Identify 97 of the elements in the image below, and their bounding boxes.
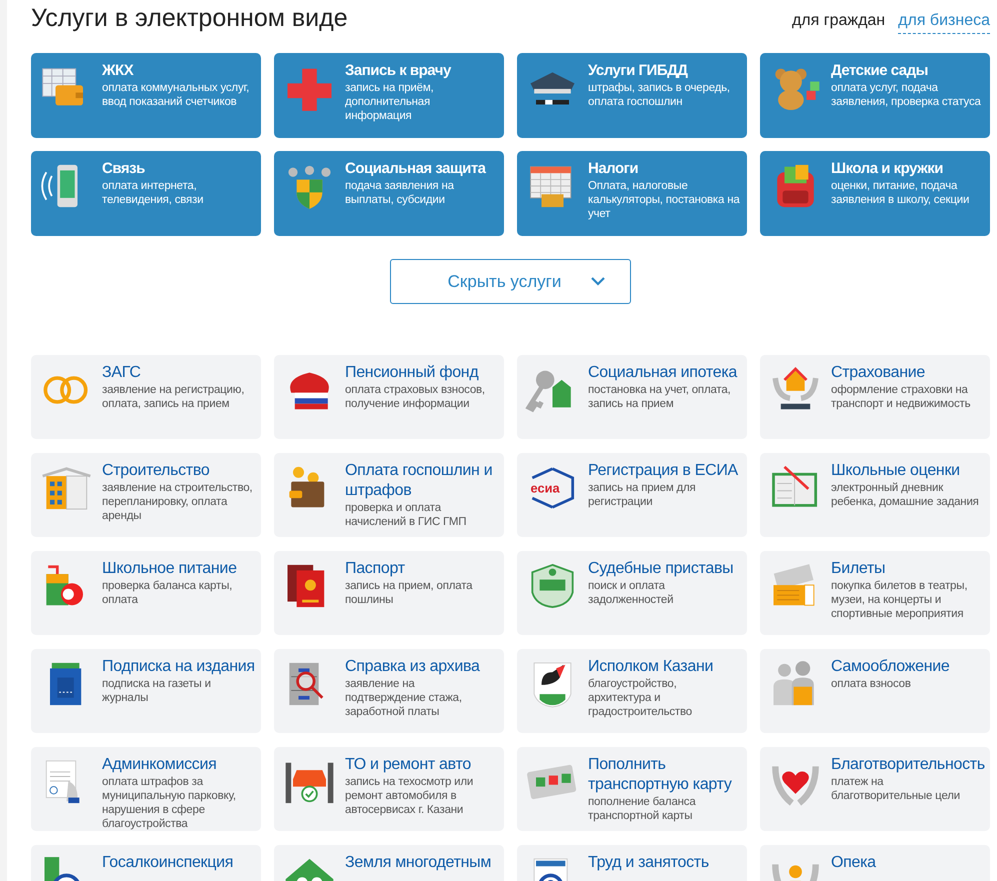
featured-service-tile[interactable]: Детские сады оплата услуг, подача заявления, проверка статуса [760, 53, 990, 138]
service-tile[interactable]: Госалкоинспекция [31, 845, 261, 881]
featured-service-tile[interactable]: Услуги ГИБДД штрафы, запись в очередь, оплата госпошлин [517, 53, 747, 138]
hide-services-button[interactable]: Скрыть услуги [390, 259, 631, 304]
service-tile[interactable]: Подписка на издания подписка на газеты и журналы [31, 649, 261, 733]
service-tile[interactable]: ТО и ремонт авто запись на техосмотр или ремонт автомобиля в автосервисах г. Казани [274, 747, 504, 831]
service-title: Страхование [831, 363, 926, 383]
featured-service-tile[interactable]: Налоги Оплата, налоговые калькуляторы, постановка на учет [517, 151, 747, 236]
service-title: Благотворительность [831, 755, 984, 775]
esia-logo: есиа [525, 463, 580, 513]
service-tile[interactable]: Билеты покупка билетов в театры, музеи, на концерты и спортивные мероприятия [760, 551, 990, 635]
service-tile[interactable]: Справка из архива заявление на подтверждение стажа, заработной платы [274, 649, 504, 733]
service-description: постановка на учет, оплата, запись на прием [588, 383, 732, 411]
service-description: оплата интернета, телевидения, связи [102, 179, 204, 207]
service-title: Исполком Казани [588, 657, 714, 677]
service-description: оплата страховых взносов, получение информации [345, 383, 486, 411]
featured-service-tile[interactable]: Социальная защита подача заявления на выплаты, субсидии [274, 151, 504, 236]
service-title: Подписка на издания [102, 657, 255, 677]
service-tile[interactable]: Школьное питание проверка баланса карты, оплата [31, 551, 261, 635]
service-title: Опека [831, 853, 876, 873]
service-description: платеж на благотворительные цели [831, 775, 961, 803]
service-tile[interactable]: ЗАГС заявление на регистрацию, оплата, запись на прием [31, 355, 261, 439]
service-description: запись на приём, дополнительная информация [345, 81, 435, 123]
service-title: ТО и ремонт авто [345, 755, 472, 775]
service-tile[interactable]: Оплата госпошлин и штрафов проверка и оплата начислений в ГИС ГМП [274, 453, 504, 537]
service-title: Налоги [588, 159, 640, 179]
service-description: заявление на регистрацию, оплата, запись на прием [102, 383, 246, 411]
service-title: Социальная ипотека [588, 363, 738, 383]
audience-tab[interactable]: для граждан [792, 9, 886, 34]
service-title: Детские сады [831, 61, 929, 81]
service-title: Билеты [831, 559, 886, 579]
service-title: Связь [102, 159, 146, 179]
service-title: Пополнить транспортную карту [588, 755, 733, 795]
service-title: ЖКХ [102, 61, 134, 81]
service-tile[interactable]: Самообложение оплата взносов [760, 649, 990, 733]
featured-service-tile[interactable]: Школа и кружки оценки, питание, подача заявления в школу, секции [760, 151, 990, 236]
service-tile[interactable]: Земля многодетным [274, 845, 504, 881]
service-description: запись на техосмотр или ремонт автомобиля в автосервисах г. Казани [345, 775, 474, 817]
service-tile[interactable]: Судебные приставы поиск и оплата задолженностей [517, 551, 747, 635]
service-tile[interactable]: Паспорт запись на прием, оплата пошлины [274, 551, 504, 635]
service-description: оплата коммунальных услуг, ввод показаний счетчиков [102, 81, 250, 109]
service-description: оплата взносов [831, 677, 912, 691]
service-tile[interactable]: Опека [760, 845, 990, 881]
service-title: Госалкоинспекция [102, 853, 234, 873]
featured-service-tile[interactable]: Запись к врачу запись на приём, дополнительная информация [274, 53, 504, 138]
service-description: подписка на газеты и журналы [102, 677, 212, 705]
service-title: Самообложение [831, 657, 950, 677]
service-tile[interactable]: Школьные оценки электронный дневник ребенка, домашние задания [760, 453, 990, 537]
service-tile[interactable]: Пенсионный фонд оплата страховых взносов, получение информации [274, 355, 504, 439]
service-description: покупка билетов в театры, музеи, на концерты и спортивные мероприятия [831, 579, 968, 621]
service-title: Паспорт [345, 559, 406, 579]
service-tile[interactable]: Страхование оформление страховки на транспорт и недвижимость [760, 355, 990, 439]
service-title: Регистрация в ЕСИА [588, 461, 739, 481]
service-title: Земля многодетным [345, 853, 492, 873]
service-tile[interactable]: Исполком Казани благоустройство, архитектура и градостроительство [517, 649, 747, 733]
service-description: поиск и оплата задолженностей [588, 579, 674, 607]
service-description: оформление страховки на транспорт и недвижимость [831, 383, 972, 411]
service-title: Справка из архива [345, 657, 481, 677]
service-title: Строительство [102, 461, 210, 481]
service-title: Админкомиссия [102, 755, 218, 775]
service-tile[interactable]: Админкомиссия оплата штрафов за муниципальную парковку, нарушения в сфере благоустройства [31, 747, 261, 831]
service-description: благоустройство, архитектура и градостроительство [588, 677, 693, 719]
service-title: ЗАГС [102, 363, 142, 383]
service-tile[interactable]: Благотворительность платеж на благотворительные цели [760, 747, 990, 831]
service-title: Услуги ГИБДД [588, 61, 689, 81]
featured-service-tile[interactable]: ЖКХ оплата коммунальных услуг, ввод показаний счетчиков [31, 53, 261, 138]
service-title: Социальная защита [345, 159, 487, 179]
service-description: штрафы, запись в очередь, оплата госпошлин [588, 81, 731, 109]
service-tile[interactable]: Труд и занятость [517, 845, 747, 881]
service-title: Школа и кружки [831, 159, 944, 179]
service-description: оценки, питание, подача заявления в школу, секции [831, 179, 970, 207]
featured-service-tile[interactable]: Связь оплата интернета, телевидения, связи [31, 151, 261, 236]
service-tile[interactable]: Пополнить транспортную карту пополнение баланса транспортной карты [517, 747, 747, 831]
service-tile[interactable]: есиа Регистрация в ЕСИА запись на прием для регистрации [517, 453, 747, 537]
service-title: Школьные оценки [831, 461, 961, 481]
service-description: запись на прием для регистрации [588, 481, 697, 509]
service-title: Пенсионный фонд [345, 363, 480, 383]
service-description: заявление на строительство, перепланировку, оплата аренды [102, 481, 254, 523]
service-description: заявление на подтверждение стажа, заработной платы [345, 677, 463, 719]
service-description: запись на прием, оплата пошлины [345, 579, 474, 607]
service-description: оплата штрафов за муниципальную парковку, нарушения в сфере благоустройства [102, 775, 237, 831]
service-description: Оплата, налоговые калькуляторы, постановка на учет [588, 179, 741, 221]
page-title: Услуги в электронном виде [31, 3, 348, 34]
service-title: Судебные приставы [588, 559, 734, 579]
service-description: проверка и оплата начислений в ГИС ГМП [345, 501, 468, 529]
service-title: Запись к врачу [345, 61, 452, 81]
service-tile[interactable]: Строительство заявление на строительство, перепланировку, оплата аренды [31, 453, 261, 537]
service-title: Оплата госпошлин и штрафов [345, 461, 494, 501]
service-description: оплата услуг, подача заявления, проверка статуса [831, 81, 982, 109]
service-description: пополнение баланса транспортной карты [588, 795, 697, 823]
service-title: Школьное питание [102, 559, 238, 579]
audience-tab[interactable]: для бизнеса [898, 9, 990, 34]
service-title: Труд и занятость [588, 853, 709, 873]
service-description: подача заявления на выплаты, субсидии [345, 179, 455, 207]
service-tile[interactable]: Социальная ипотека постановка на учет, оплата, запись на прием [517, 355, 747, 439]
service-description: проверка баланса карты, оплата [102, 579, 234, 607]
service-description: электронный дневник ребенка, домашние задания [831, 481, 980, 509]
